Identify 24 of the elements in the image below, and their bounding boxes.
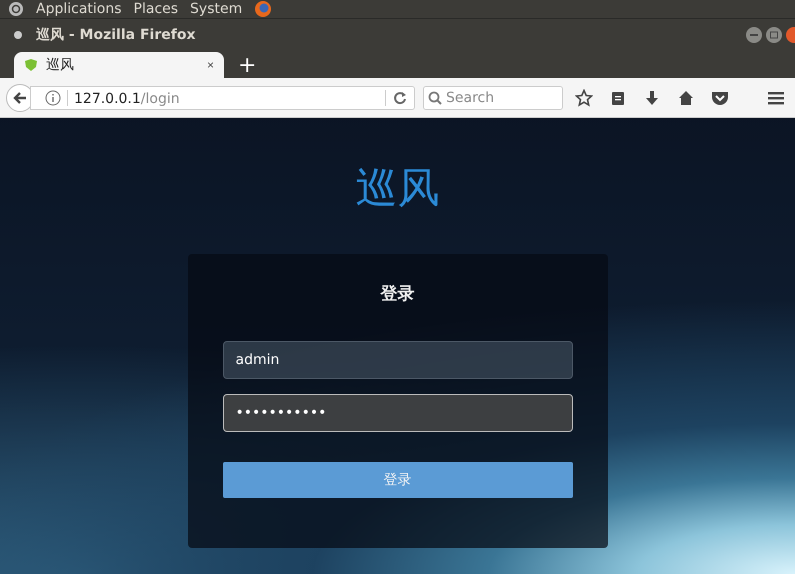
ubuntu-logo-icon[interactable] <box>8 1 24 17</box>
panel-menu[interactable]: Places <box>134 1 178 17</box>
shield-icon <box>24 58 38 72</box>
close-tab-icon[interactable]: × <box>206 58 214 72</box>
panel-menu[interactable]: Applications <box>36 1 122 17</box>
login-heading: 登录 <box>380 283 414 305</box>
new-tab-button[interactable]: + <box>234 54 260 78</box>
window-dot-icon <box>14 30 22 38</box>
close-icon[interactable] <box>785 26 795 44</box>
firefox-icon[interactable] <box>254 0 272 18</box>
reload-icon[interactable] <box>392 90 408 106</box>
username-field[interactable]: admin <box>222 341 572 379</box>
search-icon <box>428 90 442 104</box>
maximize-icon[interactable] <box>765 26 783 44</box>
window-title: 巡风 - Mozilla Firefox <box>36 26 196 44</box>
browser-tab[interactable]: 巡风 × <box>14 52 224 78</box>
minimize-icon[interactable] <box>745 26 763 44</box>
back-arrow-icon <box>12 90 28 106</box>
address-bar[interactable]: 127.0.0.1/login <box>30 86 415 110</box>
panel-menu[interactable]: System <box>190 1 242 17</box>
password-field[interactable]: ••••••••••• <box>222 394 572 432</box>
search-field[interactable]: Search <box>423 86 563 110</box>
info-icon[interactable] <box>45 90 61 106</box>
site-logo-text: 巡风 <box>356 162 440 214</box>
